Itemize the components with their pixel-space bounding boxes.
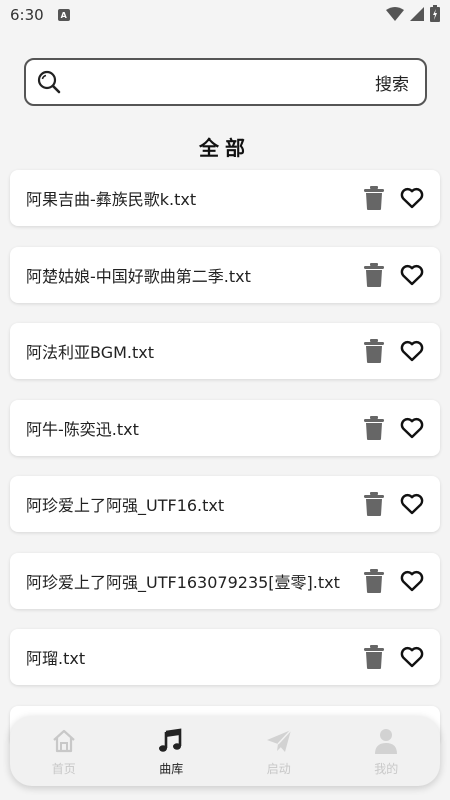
song-list-item[interactable]: 阿珍爱上了阿强_UTF16.txt <box>10 476 440 532</box>
song-list-item[interactable]: 阿果吉曲-彝族民歌k.txt <box>10 170 440 226</box>
heart-icon[interactable] <box>400 492 424 516</box>
user-icon <box>373 726 399 756</box>
song-list-item[interactable]: 阿牛-陈奕迅.txt <box>10 399 440 456</box>
nav-label-library: 曲库 <box>159 761 184 776</box>
song-actions <box>362 339 424 363</box>
song-list-item[interactable]: 阿瑠.txt <box>10 629 440 685</box>
song-title: 阿珍爱上了阿强_UTF16.txt <box>26 496 225 515</box>
heart-icon[interactable] <box>400 263 424 287</box>
song-title: 阿牛-陈奕迅.txt <box>26 419 139 439</box>
trash-icon[interactable] <box>362 645 386 669</box>
nav-label-home: 首页 <box>51 761 76 776</box>
heart-icon[interactable] <box>400 416 424 440</box>
song-title: 阿瑠.txt <box>26 649 86 668</box>
music-note-icon <box>158 726 184 756</box>
status-time: 6:30 <box>10 6 44 24</box>
song-actions <box>362 568 424 593</box>
nav-label-profile: 我的 <box>374 761 399 776</box>
trash-icon[interactable] <box>362 339 386 363</box>
signal-icon <box>410 6 424 25</box>
song-title: 阿果吉曲-彝族民歌k.txt <box>26 190 197 209</box>
status-bar: 6:30 A <box>0 0 450 30</box>
nav-item-profile[interactable]: 我的 <box>341 726 431 777</box>
status-icons <box>386 4 440 26</box>
search-bar: 搜索 <box>24 58 427 106</box>
trash-icon[interactable] <box>362 492 386 516</box>
wifi-icon <box>386 6 404 25</box>
trash-icon[interactable] <box>362 262 386 287</box>
heart-icon[interactable] <box>400 569 424 593</box>
song-list-item[interactable]: 阿法利亚BGM.txt <box>10 323 440 379</box>
song-title: 阿楚姑娘-中国好歌曲第二季.txt <box>26 266 251 286</box>
song-list-item[interactable]: 阿珍爱上了阿强_UTF163079235[壹零].txt <box>10 552 440 609</box>
heart-icon[interactable] <box>400 339 424 363</box>
trash-icon[interactable] <box>362 186 386 210</box>
song-title: 阿法利亚BGM.txt <box>26 343 155 362</box>
song-title: 阿珍爱上了阿强_UTF163079235[壹零].txt <box>26 572 340 592</box>
song-actions <box>362 645 424 669</box>
search-button[interactable]: 搜索 <box>375 70 409 95</box>
nav-item-home[interactable]: 首页 <box>19 726 109 777</box>
song-actions <box>362 415 424 440</box>
trash-icon[interactable] <box>362 568 386 593</box>
home-icon <box>51 726 77 756</box>
nav-item-library[interactable]: 曲库 <box>126 726 216 777</box>
heart-icon[interactable] <box>400 645 424 669</box>
trash-icon[interactable] <box>362 415 386 440</box>
search-icon <box>34 67 64 97</box>
nav-item-launch[interactable]: 启动 <box>234 726 324 777</box>
song-actions <box>362 492 424 516</box>
send-icon <box>265 726 293 756</box>
notification-icon: A <box>57 9 70 21</box>
bottom-nav: 首页 曲库 启动 我的 <box>10 716 440 786</box>
song-list: 阿果吉曲-彝族民歌k.txt 阿楚姑娘-中国好歌曲第二季.txt 阿法利亚BGM.t… <box>10 170 440 706</box>
nav-label-launch: 启动 <box>266 761 291 776</box>
song-actions <box>362 186 424 210</box>
song-actions <box>362 262 424 287</box>
song-list-item[interactable]: 阿楚姑娘-中国好歌曲第二季.txt <box>10 246 440 303</box>
heart-icon[interactable] <box>400 186 424 210</box>
search-input[interactable] <box>70 60 375 104</box>
section-title: 全部 <box>199 136 251 160</box>
battery-icon <box>430 4 440 26</box>
